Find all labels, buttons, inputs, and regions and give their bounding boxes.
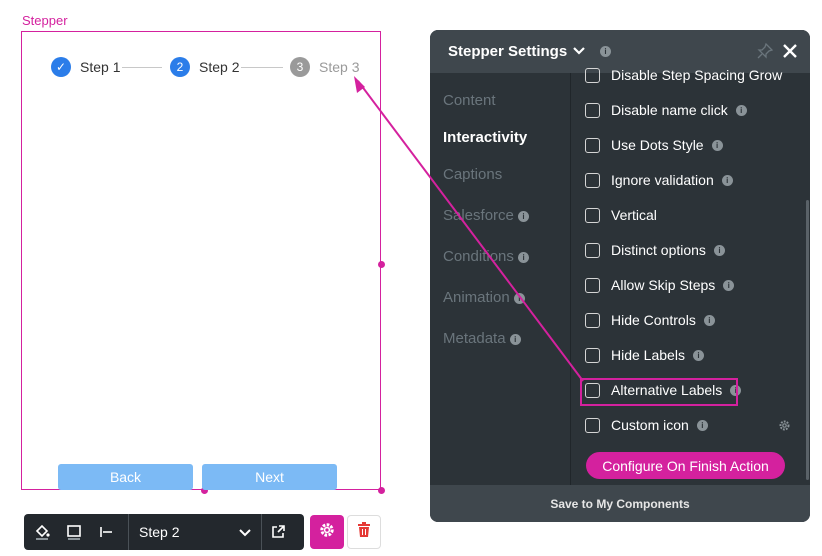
panel-title[interactable]: Stepper Settings	[448, 43, 567, 60]
option-label: Disable Step Spacing Grow	[611, 67, 783, 83]
info-icon[interactable]: i	[518, 210, 530, 222]
info-icon[interactable]: i	[600, 46, 611, 57]
settings-panel: Stepper Settings i Content Interactivity…	[430, 30, 810, 522]
option-label: Use Dots Style	[611, 137, 704, 153]
option-use-dots-style[interactable]: Use Dots Style i	[585, 137, 723, 153]
option-hide-controls[interactable]: Hide Controls i	[585, 312, 715, 328]
step-1[interactable]: ✓ Step 1	[51, 57, 120, 77]
nav-label: Captions	[443, 166, 503, 183]
checkbox[interactable]	[585, 347, 600, 363]
info-icon[interactable]: i	[509, 333, 521, 345]
step-number: 3	[290, 57, 310, 77]
nav-label: Conditions	[443, 248, 514, 265]
back-button[interactable]: Back	[58, 464, 193, 490]
checkbox[interactable]	[585, 137, 600, 153]
footer-label: Save to My Components	[550, 496, 690, 511]
info-icon[interactable]: i	[723, 279, 735, 291]
option-disable-step-spacing-grow[interactable]: Disable Step Spacing Grow	[585, 67, 782, 83]
info-icon[interactable]: i	[692, 349, 704, 361]
checkbox[interactable]	[585, 67, 600, 83]
info-icon[interactable]: i	[713, 244, 725, 256]
option-distinct-options[interactable]: Distinct options i	[585, 242, 725, 258]
step-label: Step 2	[199, 59, 240, 75]
step-select[interactable]: Step 2	[128, 514, 262, 550]
checkbox[interactable]	[585, 242, 600, 258]
resize-handle-corner[interactable]	[378, 487, 385, 494]
option-allow-skip-steps[interactable]: Allow Skip Steps i	[585, 277, 735, 293]
next-button[interactable]: Next	[202, 464, 337, 490]
gear-icon[interactable]	[778, 419, 791, 437]
step-connector	[241, 67, 283, 68]
option-label: Custom icon	[611, 417, 689, 433]
configure-finish-action-button[interactable]: Configure On Finish Action	[586, 452, 785, 479]
component-label: Stepper	[22, 13, 68, 28]
element-toolbar: Step 2	[24, 514, 304, 550]
nav-label: Animation	[443, 289, 510, 306]
step-label: Step 3	[319, 59, 360, 75]
option-disable-name-click[interactable]: Disable name click i	[585, 102, 747, 118]
nav-metadata[interactable]: Metadata i	[443, 330, 521, 347]
panel-divider	[570, 73, 571, 485]
checkbox[interactable]	[585, 277, 600, 293]
stepper-frame[interactable]	[21, 31, 381, 490]
checkbox[interactable]	[585, 207, 600, 223]
align-left-icon[interactable]	[90, 514, 122, 550]
trash-icon	[357, 521, 371, 543]
nav-interactivity[interactable]: Interactivity	[443, 129, 527, 146]
checkbox[interactable]	[585, 102, 600, 118]
option-label: Hide Controls	[611, 312, 696, 328]
step-3[interactable]: 3 Step 3	[290, 57, 359, 77]
step-number: 2	[170, 57, 190, 77]
highlight-box	[580, 378, 738, 406]
step-2[interactable]: 2 Step 2	[170, 57, 239, 77]
panel-scrollbar[interactable]	[806, 200, 809, 480]
nav-label: Metadata	[443, 330, 506, 347]
info-icon[interactable]: i	[696, 419, 708, 431]
nav-label: Content	[443, 92, 496, 109]
checkbox[interactable]	[585, 312, 600, 328]
option-label: Allow Skip Steps	[611, 277, 716, 293]
nav-captions[interactable]: Captions	[443, 166, 502, 183]
nav-salesforce[interactable]: Salesforce i	[443, 207, 530, 224]
info-icon[interactable]: i	[518, 251, 530, 263]
step-select-value: Step 2	[139, 524, 180, 540]
step-connector	[122, 67, 162, 68]
option-ignore-validation[interactable]: Ignore validation i	[585, 172, 733, 188]
option-label: Hide Labels	[611, 347, 685, 363]
info-icon[interactable]: i	[711, 139, 723, 151]
nav-content[interactable]: Content	[443, 92, 496, 109]
option-label: Ignore validation	[611, 172, 714, 188]
checkbox[interactable]	[585, 417, 600, 433]
resize-handle-right[interactable]	[378, 261, 385, 268]
chevron-down-icon	[239, 524, 251, 540]
info-icon[interactable]: i	[703, 314, 715, 326]
save-to-my-components[interactable]: Save to My Components	[430, 485, 810, 522]
option-label: Vertical	[611, 207, 657, 223]
option-label: Disable name click	[611, 102, 728, 118]
nav-label: Salesforce	[443, 207, 514, 224]
checkbox[interactable]	[585, 172, 600, 188]
gear-icon	[318, 521, 336, 544]
chevron-down-icon[interactable]	[573, 43, 585, 61]
option-custom-icon[interactable]: Custom icon i	[585, 417, 708, 433]
border-icon[interactable]	[58, 514, 90, 550]
external-link-icon[interactable]	[262, 514, 294, 550]
close-icon[interactable]	[782, 43, 798, 64]
option-vertical[interactable]: Vertical	[585, 207, 657, 223]
info-icon[interactable]: i	[735, 104, 747, 116]
delete-button[interactable]	[347, 515, 381, 549]
step-label: Step 1	[80, 59, 121, 75]
nav-conditions[interactable]: Conditions i	[443, 248, 530, 265]
info-icon[interactable]: i	[513, 292, 525, 304]
info-icon[interactable]: i	[721, 174, 733, 186]
nav-label: Interactivity	[443, 129, 528, 146]
settings-button[interactable]	[310, 515, 344, 549]
pin-icon[interactable]	[757, 42, 774, 64]
paint-bucket-icon[interactable]	[26, 514, 58, 550]
option-label: Distinct options	[611, 242, 706, 258]
nav-animation[interactable]: Animation i	[443, 289, 525, 306]
check-icon: ✓	[51, 57, 71, 77]
option-hide-labels[interactable]: Hide Labels i	[585, 347, 704, 363]
